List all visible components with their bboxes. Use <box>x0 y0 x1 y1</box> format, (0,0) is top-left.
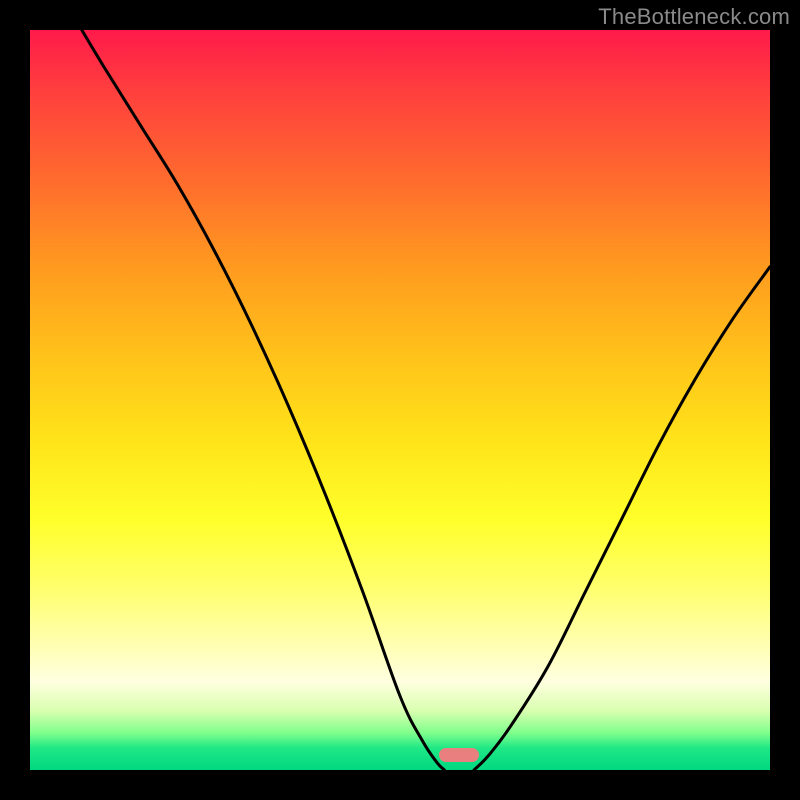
chart-frame: TheBottleneck.com <box>0 0 800 800</box>
watermark-text: TheBottleneck.com <box>598 4 790 30</box>
curve-right-branch <box>474 267 770 770</box>
optimal-marker <box>439 748 479 762</box>
bottleneck-curve <box>30 30 770 770</box>
plot-area <box>30 30 770 770</box>
curve-left-branch <box>82 30 445 770</box>
